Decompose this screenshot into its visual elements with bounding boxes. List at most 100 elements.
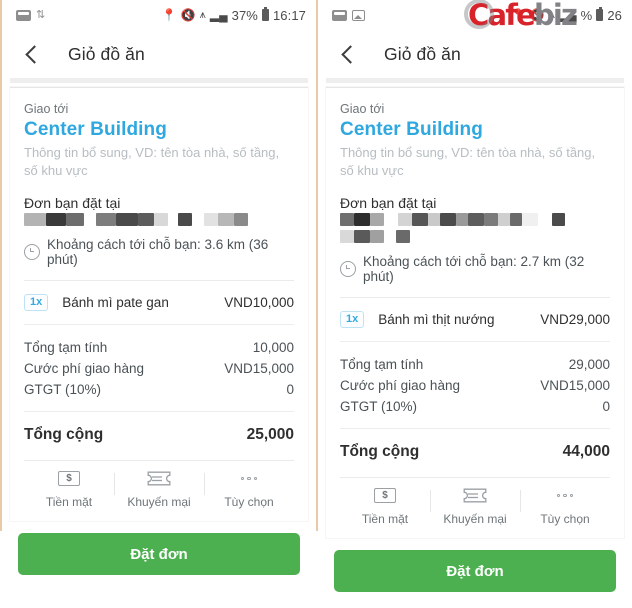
zalo-app-icon: [16, 9, 31, 21]
place-order-button[interactable]: Đặt đơn: [334, 550, 616, 593]
back-button[interactable]: [18, 40, 46, 68]
redaction-block: [178, 213, 192, 227]
back-button[interactable]: [334, 40, 362, 68]
ellipsis-icon: [237, 471, 261, 486]
redaction-block: [340, 230, 354, 244]
redaction-block: [340, 213, 354, 227]
vat-value: 0: [286, 382, 294, 398]
item-name-label: Bánh mì thịt nướng: [378, 312, 495, 328]
redaction-block: [522, 213, 538, 227]
battery-percent-label: 37%: [231, 7, 258, 23]
cta-container: Đặt đơn: [318, 538, 632, 608]
grand-total-row: Tổng cộng 44,000: [340, 429, 610, 477]
redaction-block: [138, 213, 154, 227]
battery-percent-label: %: [580, 7, 593, 23]
battery-icon: [596, 7, 604, 21]
location-icon: 📍: [510, 8, 526, 22]
grand-total-label: Tổng cộng: [24, 426, 104, 444]
delivery-fee-value: VND15,000: [224, 361, 294, 377]
redaction-block: [116, 213, 138, 227]
wifi-icon: ⩚: [199, 8, 206, 21]
redaction-block: [484, 213, 498, 227]
payment-method-button[interactable]: $ Tiền mặt: [24, 471, 114, 509]
place-order-button[interactable]: Đặt đơn: [18, 533, 300, 576]
cash-icon: $: [58, 471, 80, 487]
status-bar-left-icons: [332, 9, 365, 21]
item-name-label: Bánh mì pate gan: [62, 295, 169, 311]
redaction-block: [428, 213, 440, 227]
ticket-icon: [147, 471, 171, 486]
grand-total-label: Tổng cộng: [340, 443, 420, 461]
redaction-block: [370, 230, 384, 244]
delivery-fee-value: VND15,000: [540, 378, 610, 394]
order-card: Giao tới Center Building Thông tin bổ su…: [10, 87, 308, 522]
dual-screenshot-container: ⇅ 📍 🔇 ⩚ ▂▄ 37% 16:17 Giỏ đồ ăn Giao tới …: [0, 0, 632, 593]
delivery-address-name[interactable]: Center Building: [24, 119, 294, 141]
ticket-icon: [463, 488, 487, 503]
options-label: Tùy chọn: [540, 512, 590, 527]
delivery-fee-row: Cước phí giao hàng VND15,000: [24, 358, 294, 379]
deliver-to-label: Giao tới: [24, 102, 69, 116]
redaction-block: [354, 213, 370, 227]
signal-icon: ▂▄: [209, 8, 228, 22]
redaction-block: [370, 213, 384, 227]
vat-label: GTGT (10%): [24, 382, 102, 398]
cash-icon: $: [374, 488, 396, 504]
screenshot-icon: [352, 9, 365, 21]
action-bar: $ Tiền mặt Khuyến mại Tùy chọn: [24, 460, 294, 521]
redaction-block: [510, 213, 522, 227]
promotion-label: Khuyến mại: [443, 512, 507, 527]
card-top-rule: [326, 78, 624, 83]
phone-screen-right: Cafebiz 📍 🔇 ⩚ ▂▄ % 26 Giỏ đồ ăn Giao tới…: [316, 0, 632, 593]
delivery-address-name[interactable]: Center Building: [340, 119, 610, 141]
redaction-block: [498, 213, 510, 227]
delivery-address-hint[interactable]: Thông tin bổ sung, VD: tên tòa nhà, số t…: [340, 144, 610, 179]
redaction-block: [154, 213, 168, 227]
merchant-name-redacted: [340, 213, 610, 244]
vat-row: GTGT (10%) 0: [24, 379, 294, 400]
ellipsis-icon: [553, 488, 577, 503]
battery-icon: [261, 7, 269, 21]
page-title: Giỏ đồ ăn: [68, 43, 145, 64]
wifi-icon: ⩚: [548, 8, 555, 21]
options-button[interactable]: Tùy chọn: [204, 471, 294, 509]
distance-row: Khoảng cách tới chỗ bạn: 2.7 km (32 phút…: [340, 254, 610, 284]
options-button[interactable]: Tùy chọn: [520, 488, 610, 526]
mute-icon: 🔇: [529, 8, 545, 22]
redaction-block: [204, 213, 218, 227]
grand-total-value: 44,000: [562, 443, 610, 461]
subtotal-label: Tổng tạm tính: [340, 357, 424, 373]
totals-section: Tổng tạm tính 10,000 Cước phí giao hàng …: [24, 325, 294, 411]
promotion-button[interactable]: Khuyến mại: [114, 471, 204, 509]
cart-item-row[interactable]: 1x Bánh mì pate gan VND10,000: [24, 281, 294, 324]
signal-icon: ▂▄: [558, 8, 577, 22]
payment-method-button[interactable]: $ Tiền mặt: [340, 488, 430, 526]
delivery-fee-label: Cước phí giao hàng: [340, 378, 460, 394]
redaction-block: [384, 230, 396, 244]
redaction-block: [96, 213, 116, 227]
redaction-block: [218, 213, 234, 227]
redaction-block: [456, 213, 468, 227]
totals-section: Tổng tạm tính 29,000 Cước phí giao hàng …: [340, 342, 610, 428]
merchant-label: Đơn bạn đặt tại: [24, 195, 121, 212]
redaction-block: [468, 213, 484, 227]
delivery-address-hint[interactable]: Thông tin bổ sung, VD: tên tòa nhà, số t…: [24, 144, 294, 179]
subtotal-value: 29,000: [568, 357, 610, 373]
action-bar: $ Tiền mặt Khuyến mại Tùy chọn: [340, 477, 610, 538]
delivery-fee-row: Cước phí giao hàng VND15,000: [340, 375, 610, 396]
zalo-app-icon: [332, 9, 347, 21]
cart-item-row[interactable]: 1x Bánh mì thịt nướng VND29,000: [340, 298, 610, 341]
title-bar: Giỏ đồ ăn: [2, 30, 316, 78]
merchant-label: Đơn bạn đặt tại: [340, 195, 437, 212]
redaction-block: [24, 213, 46, 227]
vat-label: GTGT (10%): [340, 399, 418, 415]
clock-time-label: 16:17: [272, 7, 306, 23]
promotion-button[interactable]: Khuyến mại: [430, 488, 520, 526]
item-price-label: VND29,000: [540, 312, 610, 328]
subtotal-row: Tổng tạm tính 10,000: [24, 337, 294, 358]
redaction-block: [354, 230, 370, 244]
subtotal-label: Tổng tạm tính: [24, 340, 108, 356]
status-bar-right-icons: 📍 🔇 ⩚ ▂▄ % 26: [510, 7, 622, 23]
back-chevron-icon: [24, 44, 44, 64]
title-bar: Giỏ đồ ăn: [318, 30, 632, 78]
